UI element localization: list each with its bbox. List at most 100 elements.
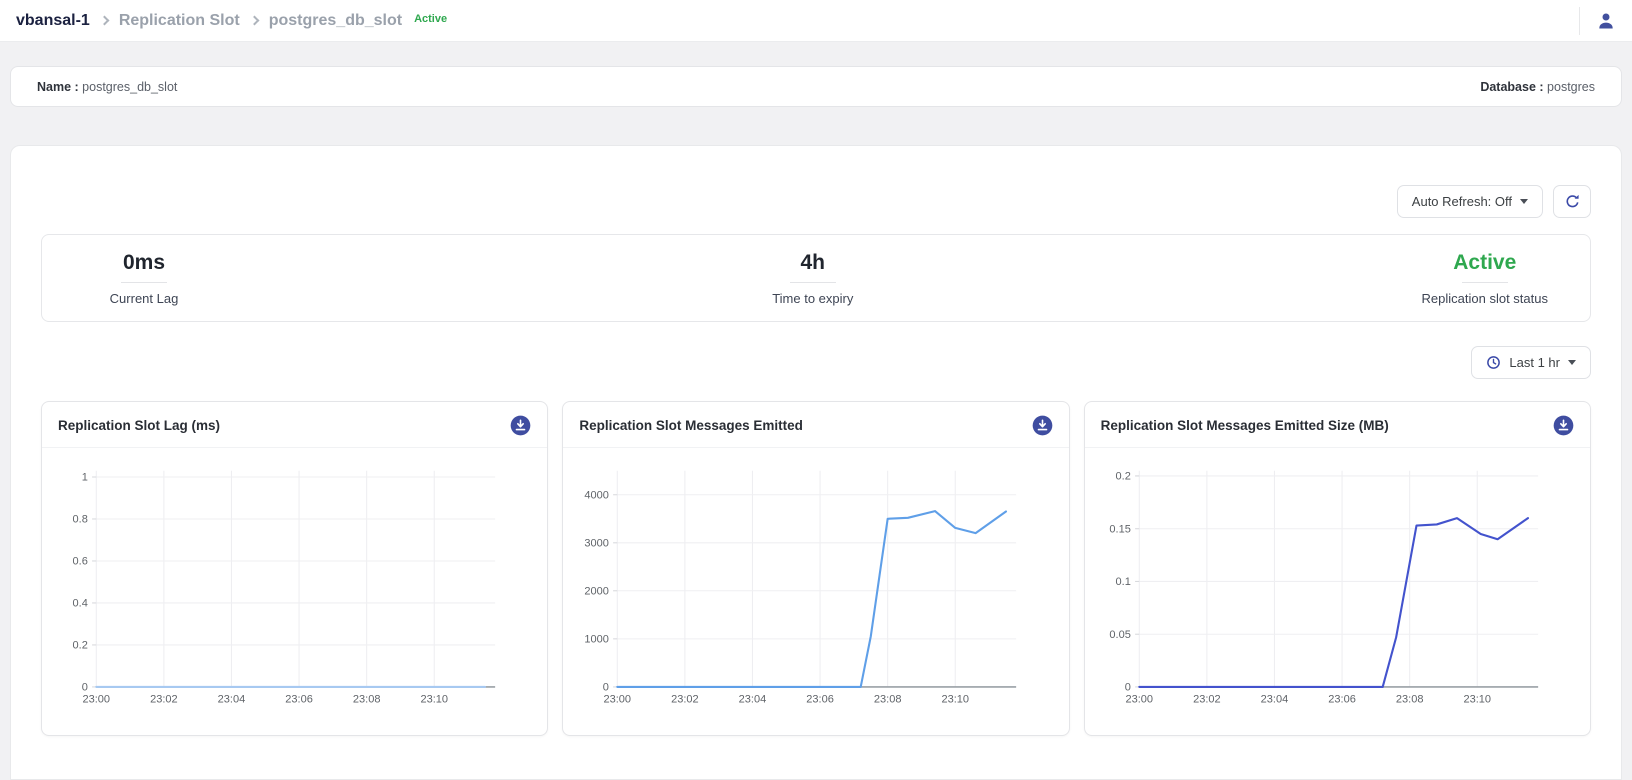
status-badge: Active	[414, 13, 447, 25]
svg-text:23:00: 23:00	[604, 694, 632, 706]
slot-name-value: postgres_db_slot	[82, 80, 177, 94]
slot-info-bar: Name : postgres_db_slot Database : postg…	[10, 66, 1622, 107]
svg-text:23:06: 23:06	[807, 694, 835, 706]
stat-divider	[121, 282, 167, 283]
chart-title: Replication Slot Messages Emitted	[579, 418, 803, 433]
svg-text:23:08: 23:08	[1396, 694, 1424, 706]
stat-value: Active	[1422, 251, 1548, 275]
svg-text:0: 0	[82, 682, 88, 694]
svg-text:0: 0	[603, 682, 609, 694]
download-button[interactable]	[510, 415, 531, 436]
svg-text:0.15: 0.15	[1109, 523, 1130, 535]
database-label: Database :	[1480, 80, 1543, 94]
refresh-button[interactable]	[1553, 185, 1591, 218]
svg-text:2000: 2000	[585, 585, 610, 597]
download-icon	[1553, 424, 1574, 439]
stat-time-to-expiry: 4h Time to expiry	[753, 251, 873, 306]
refresh-icon	[1564, 193, 1581, 210]
breadcrumb: vbansal-1 Replication Slot postgres_db_s…	[16, 12, 447, 30]
caret-down-icon	[1520, 199, 1528, 204]
database-field: Database : postgres	[1480, 80, 1595, 94]
chevron-right-icon	[249, 16, 259, 26]
svg-text:23:02: 23:02	[150, 694, 178, 706]
breadcrumb-slot-name[interactable]: postgres_db_slot	[269, 12, 402, 30]
breadcrumb-cluster-name[interactable]: vbansal-1	[16, 12, 90, 30]
svg-text:23:06: 23:06	[1328, 694, 1356, 706]
svg-text:23:02: 23:02	[1193, 694, 1221, 706]
stat-label: Time to expiry	[753, 291, 873, 306]
svg-text:3000: 3000	[585, 537, 610, 549]
chart-header: Replication Slot Messages Emitted	[563, 402, 1068, 448]
line-chart-messages-emitted: 23:00 23:02 23:04 23:06 23:08 23:10 0 1000 2000 3…	[563, 448, 1068, 718]
stat-slot-status: Active Replication slot status	[1422, 251, 1548, 306]
chart-title: Replication Slot Messages Emitted Size (…	[1101, 418, 1389, 433]
stat-current-lag: 0ms Current Lag	[84, 251, 204, 306]
download-icon	[510, 424, 531, 439]
top-bar-divider	[1579, 7, 1580, 35]
stat-divider	[790, 282, 836, 283]
chart-card-replication-slot-lag: Replication Slot Lag (ms) 23:0023:0223:0…	[41, 401, 548, 736]
time-range-label: Last 1 hr	[1509, 355, 1560, 370]
toolbar: Auto Refresh: Off	[41, 146, 1591, 218]
svg-text:23:04: 23:04	[739, 694, 767, 706]
svg-text:23:02: 23:02	[671, 694, 699, 706]
stat-label: Current Lag	[84, 291, 204, 306]
svg-text:0.8: 0.8	[73, 514, 88, 526]
chart-header: Replication Slot Lag (ms)	[42, 402, 547, 448]
line-chart-svg: 23:00 23:02 23:04 23:06 23:08 23:10 0 1000 2000 3…	[569, 456, 1062, 718]
svg-text:4000: 4000	[585, 489, 610, 501]
svg-text:23:06: 23:06	[285, 694, 313, 706]
time-range-dropdown[interactable]: Last 1 hr	[1471, 346, 1591, 379]
svg-text:23:08: 23:08	[353, 694, 381, 706]
auto-refresh-dropdown[interactable]: Auto Refresh: Off	[1397, 185, 1543, 218]
slot-name-label: Name :	[37, 80, 79, 94]
download-button[interactable]	[1553, 415, 1574, 436]
svg-text:23:00: 23:00	[1125, 694, 1153, 706]
database-value: postgres	[1547, 80, 1595, 94]
stat-label: Replication slot status	[1422, 291, 1548, 306]
stat-divider	[1462, 282, 1508, 283]
svg-text:1000: 1000	[585, 634, 610, 646]
svg-text:23:08: 23:08	[874, 694, 902, 706]
top-bar-right	[1579, 0, 1616, 41]
stat-value: 0ms	[84, 251, 204, 275]
svg-text:0: 0	[1124, 682, 1130, 694]
slot-name-field: Name : postgres_db_slot	[37, 80, 177, 94]
chevron-right-icon	[99, 16, 109, 26]
svg-text:23:04: 23:04	[1260, 694, 1288, 706]
chart-card-messages-emitted-size: Replication Slot Messages Emitted Size (…	[1084, 401, 1591, 736]
breadcrumb-section[interactable]: Replication Slot	[119, 12, 240, 30]
svg-text:23:10: 23:10	[942, 694, 970, 706]
stat-value: 4h	[753, 251, 873, 275]
svg-text:23:00: 23:00	[82, 694, 110, 706]
caret-down-icon	[1568, 360, 1576, 365]
svg-text:0.1: 0.1	[1115, 576, 1130, 588]
line-chart-svg: 23:00 23:02 23:04 23:06 23:08 23:10 0 0.2 0.4 0.6…	[48, 456, 541, 718]
svg-text:1: 1	[82, 472, 88, 484]
metrics-panel: Auto Refresh: Off 0ms Current Lag 4h	[10, 145, 1622, 780]
line-chart-messages-emitted-size: 23:00 23:02 23:04 23:06 23:08 23:10 0 0.05 0.1 0.…	[1085, 448, 1590, 718]
svg-text:0.05: 0.05	[1109, 629, 1130, 641]
svg-text:0.4: 0.4	[73, 598, 88, 610]
download-icon	[1032, 424, 1053, 439]
chart-header: Replication Slot Messages Emitted Size (…	[1085, 402, 1590, 448]
summary-stats-card: 0ms Current Lag 4h Time to expiry Active…	[41, 234, 1591, 322]
svg-text:0.6: 0.6	[73, 556, 88, 568]
chart-title: Replication Slot Lag (ms)	[58, 418, 220, 433]
page: vbansal-1 Replication Slot postgres_db_s…	[0, 0, 1632, 780]
chart-card-messages-emitted: Replication Slot Messages Emitted 23:002…	[562, 401, 1069, 736]
time-range-row: Last 1 hr	[41, 346, 1591, 379]
user-icon[interactable]	[1596, 11, 1616, 31]
download-button[interactable]	[1032, 415, 1053, 436]
svg-text:0.2: 0.2	[73, 640, 88, 652]
line-chart-lag: 23:00 23:02 23:04 23:06 23:08 23:10 0 0.2 0.4 0.6…	[42, 448, 547, 718]
svg-text:23:10: 23:10	[420, 694, 448, 706]
line-chart-svg: 23:00 23:02 23:04 23:06 23:08 23:10 0 0.05 0.1 0.…	[1091, 456, 1584, 718]
charts-row: Replication Slot Lag (ms) 23:0023:0223:0…	[41, 401, 1591, 736]
top-bar: vbansal-1 Replication Slot postgres_db_s…	[0, 0, 1632, 42]
svg-text:23:10: 23:10	[1463, 694, 1491, 706]
clock-icon	[1486, 355, 1501, 370]
auto-refresh-label: Auto Refresh: Off	[1412, 194, 1512, 209]
svg-text:0.2: 0.2	[1115, 471, 1130, 483]
svg-text:23:04: 23:04	[218, 694, 246, 706]
